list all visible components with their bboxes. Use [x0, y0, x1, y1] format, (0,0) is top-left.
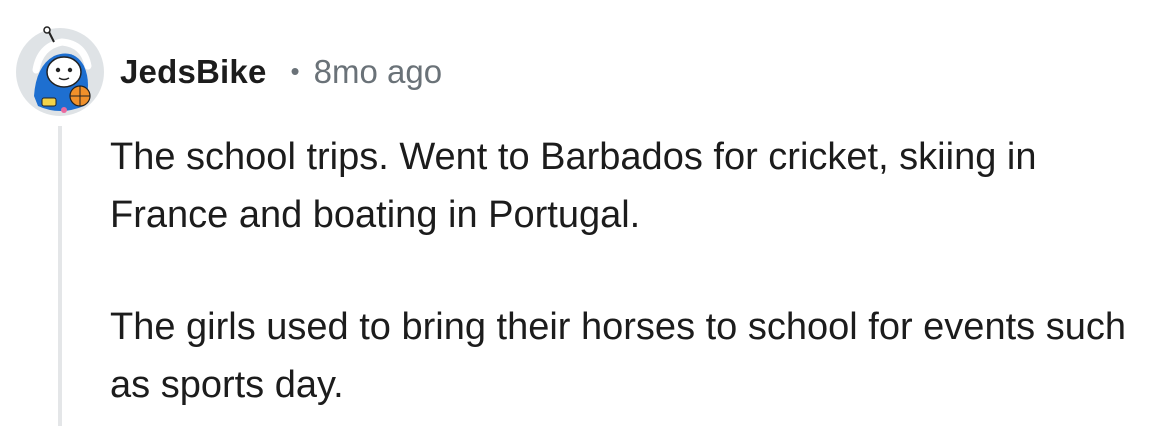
- comment-paragraph: The school trips. Went to Barbados for c…: [110, 136, 1037, 236]
- comment-body: The school trips. Went to Barbados for c…: [110, 128, 1155, 414]
- comment-timestamp[interactable]: 8mo ago: [314, 53, 442, 91]
- comment: JedsBike • 8mo ago The school trips. Wen…: [0, 0, 1162, 426]
- user-avatar[interactable]: [14, 26, 106, 118]
- comment-meta: JedsBike • 8mo ago: [120, 50, 442, 94]
- snoo-avatar-icon: [16, 26, 104, 116]
- thread-line[interactable]: [58, 126, 62, 426]
- author-name[interactable]: JedsBike: [120, 53, 267, 91]
- separator-dot: •: [290, 55, 300, 86]
- comment-paragraph: The girls used to bring their horses to …: [110, 306, 1126, 406]
